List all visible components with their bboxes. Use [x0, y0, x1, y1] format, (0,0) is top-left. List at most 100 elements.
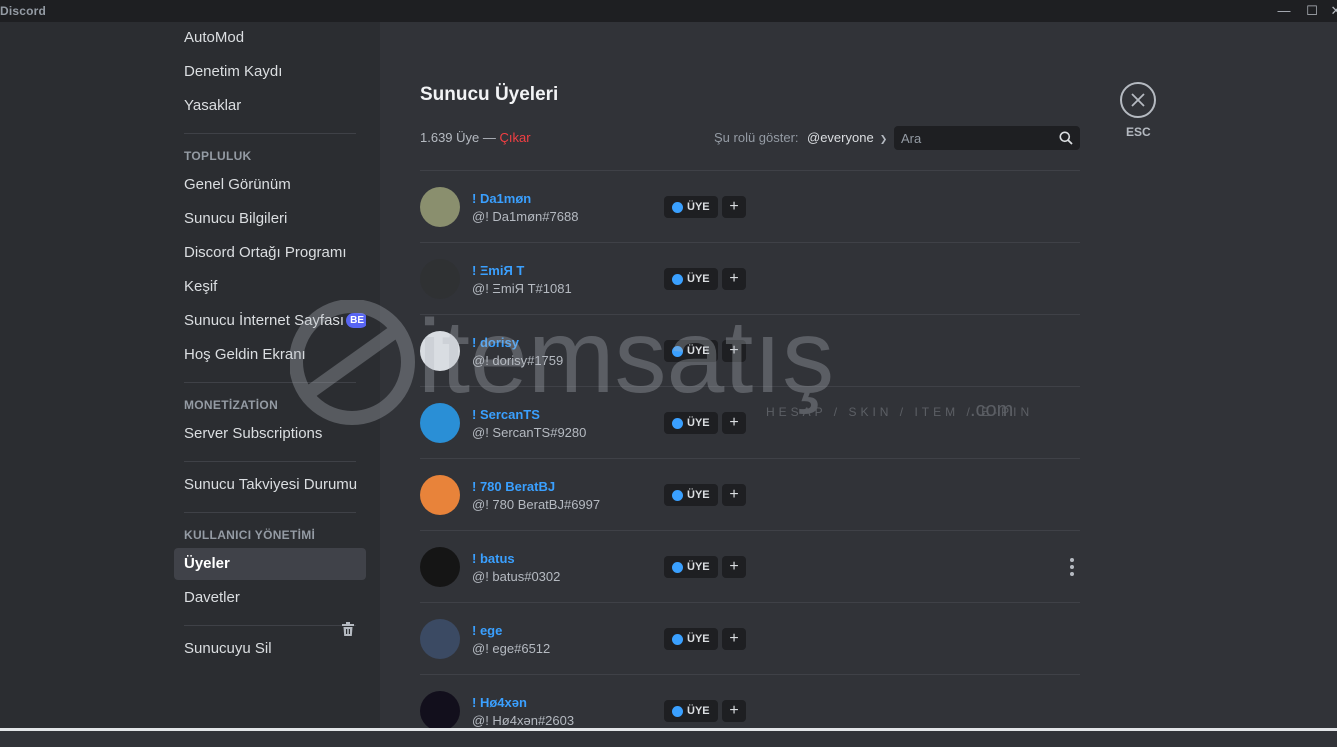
- add-role-button[interactable]: +: [722, 268, 746, 290]
- member-name[interactable]: ! Da1møn: [472, 191, 531, 206]
- member-name[interactable]: ! SercanTS: [472, 407, 540, 422]
- role-color-dot: [672, 634, 683, 645]
- avatar[interactable]: [420, 691, 460, 731]
- role-color-dot: [672, 346, 683, 357]
- member-tag: @! ΞmiЯ T#1081: [472, 281, 572, 296]
- sidebar-item-server-subscriptions[interactable]: Server Subscriptions: [174, 418, 366, 450]
- role-chip[interactable]: ÜYE: [664, 268, 718, 290]
- role-label: ÜYE: [687, 345, 710, 357]
- add-role-button[interactable]: +: [722, 556, 746, 578]
- role-chip[interactable]: ÜYE: [664, 340, 718, 362]
- avatar[interactable]: [420, 547, 460, 587]
- add-role-button[interactable]: +: [722, 628, 746, 650]
- sidebar-item-web-page[interactable]: Sunucu İnternet Sayfası BE: [174, 305, 366, 337]
- member-tag: @! SercanTS#9280: [472, 425, 587, 440]
- role-label: ÜYE: [687, 201, 710, 213]
- sidebar-item-partner-program[interactable]: Discord Ortağı Programı: [174, 237, 366, 269]
- member-tag: @! Hø4xən#2603: [472, 713, 575, 728]
- member-tag: @! 780 BeratBJ#6997: [472, 497, 601, 512]
- member-tag: @! Da1møn#7688: [472, 209, 579, 224]
- minimize-button[interactable]: —: [1270, 2, 1298, 20]
- role-label: ÜYE: [687, 705, 710, 717]
- role-color-dot: [672, 418, 683, 429]
- sidebar-item-automod[interactable]: AutoMod: [174, 22, 366, 54]
- role-chip[interactable]: ÜYE: [664, 196, 718, 218]
- role-color-dot: [672, 490, 683, 501]
- search-icon: [1059, 131, 1073, 145]
- close-icon: [1131, 93, 1145, 107]
- sidebar-item-invites[interactable]: Davetler: [174, 582, 366, 614]
- role-color-dot: [672, 202, 683, 213]
- member-name[interactable]: ! 780 BeratBJ: [472, 479, 555, 494]
- add-role-button[interactable]: +: [722, 484, 746, 506]
- avatar[interactable]: [420, 259, 460, 299]
- add-role-button[interactable]: +: [722, 412, 746, 434]
- role-chip[interactable]: ÜYE: [664, 700, 718, 722]
- member-tag: @! dorisy#1759: [472, 353, 564, 368]
- avatar[interactable]: [420, 331, 460, 371]
- avatar[interactable]: [420, 619, 460, 659]
- role-chip[interactable]: ÜYE: [664, 412, 718, 434]
- sidebar-divider: [184, 625, 356, 626]
- role-label: ÜYE: [687, 561, 710, 573]
- more-options-icon[interactable]: [1068, 557, 1076, 577]
- sidebar-item-server-info[interactable]: Sunucu Bilgileri: [174, 203, 366, 235]
- sidebar-item-members[interactable]: Üyeler: [174, 548, 366, 580]
- sidebar-item-discovery[interactable]: Keşif: [174, 271, 366, 303]
- avatar[interactable]: [420, 403, 460, 443]
- member-row[interactable]: ! ege @! ege#6512 ÜYE +: [420, 603, 1080, 675]
- add-role-button[interactable]: +: [722, 196, 746, 218]
- sidebar-item-welcome-screen[interactable]: Hoş Geldin Ekranı: [174, 339, 366, 371]
- avatar[interactable]: [420, 187, 460, 227]
- sidebar-item-audit-log[interactable]: Denetim Kaydı: [174, 56, 366, 88]
- member-name[interactable]: ! dorisy: [472, 335, 519, 350]
- member-count-text: 1.639 Üye —: [420, 130, 500, 145]
- member-row[interactable]: ! ΞmiЯ T @! ΞmiЯ T#1081 ÜYE +: [420, 243, 1080, 315]
- member-row[interactable]: ! dorisy @! dorisy#1759 ÜYE +: [420, 315, 1080, 387]
- sidebar-item-bans[interactable]: Yasaklar: [174, 90, 366, 122]
- member-search[interactable]: [894, 126, 1080, 150]
- search-input[interactable]: [894, 126, 1054, 150]
- member-name[interactable]: ! ΞmiЯ T: [472, 263, 524, 278]
- role-color-dot: [672, 706, 683, 717]
- add-role-button[interactable]: +: [722, 340, 746, 362]
- beta-badge: BE: [346, 313, 366, 328]
- window-titlebar: Discord — ☐ ✕: [0, 0, 1337, 22]
- role-chip[interactable]: ÜYE: [664, 628, 718, 650]
- member-row[interactable]: ! Hø4xən @! Hø4xən#2603 ÜYE +: [420, 675, 1080, 747]
- sidebar-divider: [184, 512, 356, 513]
- sidebar-item-boost-status[interactable]: Sunucu Takviyesi Durumu: [174, 469, 366, 501]
- sidebar-item-label: Sunucu İnternet Sayfası: [184, 312, 345, 329]
- sidebar-divider: [184, 461, 356, 462]
- sidebar-item-overview[interactable]: Genel Görünüm: [174, 169, 366, 201]
- role-chip[interactable]: ÜYE: [664, 556, 718, 578]
- chevron-down-icon: ❯: [879, 134, 888, 144]
- app-title: Discord: [0, 4, 47, 18]
- role-filter-dropdown[interactable]: @everyone ❯: [807, 130, 887, 145]
- role-filter-value: @everyone: [807, 130, 874, 145]
- member-count: 1.639 Üye — Çıkar: [420, 130, 531, 145]
- member-row[interactable]: ! 780 BeratBJ @! 780 BeratBJ#6997 ÜYE +: [420, 459, 1080, 531]
- member-row[interactable]: ! Da1møn @! Da1møn#7688 ÜYE +: [420, 171, 1080, 243]
- page-title: Sunucu Üyeleri: [420, 84, 559, 105]
- community-header: TOPLULUK: [184, 149, 252, 163]
- member-name[interactable]: ! Hø4xən: [472, 695, 527, 710]
- role-color-dot: [672, 274, 683, 285]
- close-window-button[interactable]: ✕: [1322, 2, 1337, 20]
- sidebar-item-delete-server[interactable]: Sunucuyu Sil: [174, 633, 366, 665]
- add-role-button[interactable]: +: [722, 700, 746, 722]
- role-label: ÜYE: [687, 273, 710, 285]
- monetization-header: MONETİZATİON: [184, 398, 279, 412]
- sidebar-divider: [184, 382, 356, 383]
- trash-icon[interactable]: [342, 622, 354, 636]
- avatar[interactable]: [420, 475, 460, 515]
- user-management-header: KULLANICI YÖNETİMİ: [184, 528, 316, 542]
- member-row[interactable]: ! SercanTS @! SercanTS#9280 ÜYE +: [420, 387, 1080, 459]
- role-label: ÜYE: [687, 417, 710, 429]
- member-row[interactable]: ! batus @! batus#0302 ÜYE +: [420, 531, 1080, 603]
- member-name[interactable]: ! batus: [472, 551, 515, 566]
- prune-link[interactable]: Çıkar: [500, 130, 531, 145]
- close-settings-button[interactable]: [1120, 82, 1156, 118]
- role-chip[interactable]: ÜYE: [664, 484, 718, 506]
- member-name[interactable]: ! ege: [472, 623, 502, 638]
